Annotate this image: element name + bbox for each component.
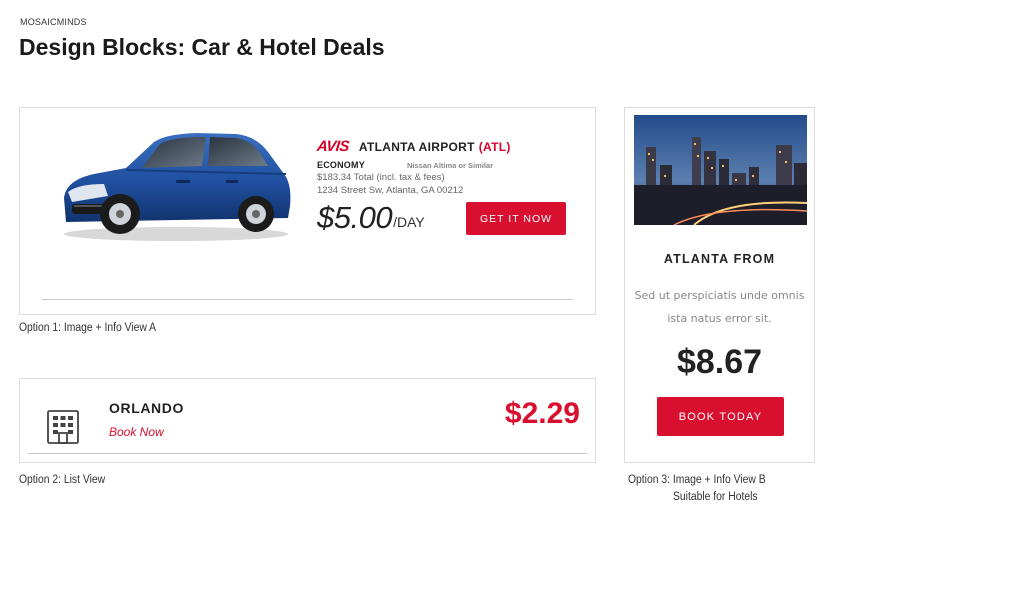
card-divider <box>42 299 573 300</box>
book-today-button[interactable]: BOOK TODAY <box>657 397 784 436</box>
car-model: Nissan Altima or Similar <box>407 161 494 170</box>
pickup-location-code: (ATL) <box>478 139 511 154</box>
hotel-city-name: ORLANDO <box>109 400 184 416</box>
page-title-bold: Design Blocks: <box>19 34 186 60</box>
city-skyline-image <box>634 115 807 225</box>
card-divider <box>28 453 587 454</box>
hotel-price: $8.67 <box>676 343 763 381</box>
option3-caption: Option 3: Image + Info View B <box>628 474 766 486</box>
vendor-row: AVIS ATLANTA AIRPORT (ATL) <box>316 138 577 155</box>
car-class-row: ECONOMY Nissan Altima or Similar <box>317 160 577 170</box>
pickup-location: ATLANTA AIRPORT <box>358 139 475 154</box>
car-deal-card: AVIS ATLANTA AIRPORT (ATL) ECONOMY Nissa… <box>19 107 596 315</box>
get-it-now-button[interactable]: GET IT NOW <box>466 202 566 235</box>
car-image <box>56 122 296 246</box>
hotel-description: Sed ut perspiciatis unde omnis ista natu… <box>634 289 805 325</box>
car-daily-price: $5.00 <box>317 200 393 235</box>
car-class: ECONOMY <box>317 160 365 170</box>
car-total-price: $183.34 Total (incl. tax & fees) <box>317 172 445 183</box>
hotel-list-price: $2.29 <box>504 397 580 430</box>
hotel-destination-title: ATLANTA FROM <box>663 252 776 266</box>
book-now-link[interactable]: Book Now <box>109 425 164 439</box>
page-title: Design Blocks: Car & Hotel Deals <box>19 34 385 61</box>
price-unit: /DAY <box>393 214 425 230</box>
hotel-feature-card: ATLANTA FROM Sed ut perspiciatis unde om… <box>624 107 815 463</box>
brand-label: MOSAICMINDS <box>20 17 87 27</box>
car-address: 1234 Street Sw, Atlanta, GA 00212 <box>317 185 464 196</box>
hotel-building-icon <box>45 409 81 445</box>
hotel-list-card: ORLANDO Book Now $2.29 <box>19 378 596 463</box>
avis-logo: AVIS <box>316 138 350 155</box>
option2-caption: Option 2: List View <box>19 474 106 486</box>
page-title-subtitle: Car & Hotel Deals <box>185 34 385 60</box>
option3-caption-sub: Suitable for Hotels <box>673 491 758 503</box>
option1-caption: Option 1: Image + Info View A <box>19 322 157 334</box>
